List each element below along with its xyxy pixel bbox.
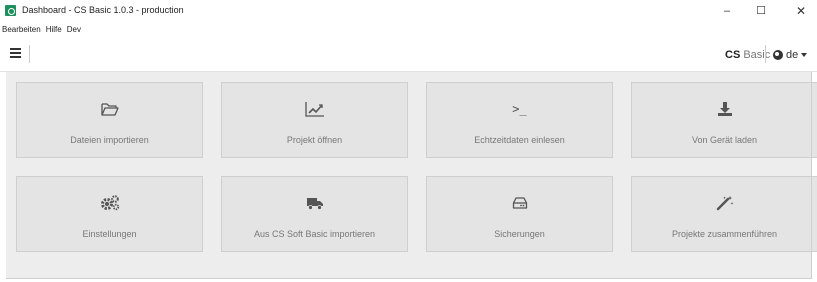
language-dropdown[interactable]: de xyxy=(773,49,808,61)
tile-label: Einstellungen xyxy=(82,229,137,239)
tile-echtzeitdaten-einlesen[interactable]: >_ Echtzeitdaten einlesen xyxy=(426,82,613,158)
dashboard-right-border xyxy=(811,72,812,279)
hard-drive-icon xyxy=(509,193,531,213)
terminal-icon: >_ xyxy=(509,99,531,119)
tile-sicherungen[interactable]: Sicherungen xyxy=(426,176,613,252)
brand-divider xyxy=(765,45,766,63)
caret-down-icon xyxy=(801,53,808,57)
terminal-glyph: >_ xyxy=(512,102,527,116)
folder-open-icon xyxy=(99,99,121,119)
brand-bold: CS xyxy=(725,49,741,61)
toolbar-divider xyxy=(29,45,30,63)
line-chart-icon xyxy=(304,99,326,119)
menu-item-bearbeiten[interactable]: Bearbeiten xyxy=(2,25,41,34)
brand-name: CS Basic xyxy=(725,49,770,61)
tile-von-geraet-laden[interactable]: Von Gerät laden xyxy=(631,82,817,158)
dashboard-bottom-border xyxy=(6,278,811,279)
title-bar: Dashboard - CS Basic 1.0.3 - production … xyxy=(0,0,817,22)
app-logo-icon xyxy=(5,5,16,16)
maximize-button[interactable]: ☐ xyxy=(746,2,776,20)
tile-label: Echtzeitdaten einlesen xyxy=(474,135,565,145)
tile-aus-cs-soft-basic-importieren[interactable]: Aus CS Soft Basic importieren xyxy=(221,176,408,252)
menu-item-dev[interactable]: Dev xyxy=(67,25,81,34)
truck-icon xyxy=(304,193,326,213)
tile-einstellungen[interactable]: Einstellungen xyxy=(16,176,203,252)
tile-label: Von Gerät laden xyxy=(691,135,758,145)
window-title: Dashboard - CS Basic 1.0.3 - production xyxy=(22,5,184,15)
language-value: de xyxy=(786,49,799,61)
globe-icon xyxy=(773,50,783,60)
gears-icon xyxy=(99,193,121,213)
tile-label: Aus CS Soft Basic importieren xyxy=(253,229,376,239)
tile-dateien-importieren[interactable]: Dateien importieren xyxy=(16,82,203,158)
menu-item-hilfe[interactable]: Hilfe xyxy=(46,25,62,34)
tile-label: Dateien importieren xyxy=(70,135,149,145)
tile-projekt-oeffnen[interactable]: Projekt öffnen xyxy=(221,82,408,158)
dashboard-area: Dateien importieren Projekt öffnen >_ Ec… xyxy=(6,72,817,278)
tile-label: Projekte zusammenführen xyxy=(671,229,778,239)
close-button[interactable]: ✕ xyxy=(786,2,816,20)
menu-bar: Bearbeiten Hilfe Dev xyxy=(0,22,817,36)
brand-rest: Basic xyxy=(743,49,771,61)
minimize-button[interactable]: – xyxy=(712,2,742,20)
hamburger-icon[interactable] xyxy=(10,48,22,58)
top-toolbar: CS Basic de xyxy=(0,36,817,72)
tile-projekte-zusammenfuehren[interactable]: Projekte zusammenführen xyxy=(631,176,817,252)
magic-wand-icon xyxy=(714,193,736,213)
tile-label: Projekt öffnen xyxy=(286,135,343,145)
download-icon xyxy=(714,99,736,119)
tile-label: Sicherungen xyxy=(494,229,545,239)
